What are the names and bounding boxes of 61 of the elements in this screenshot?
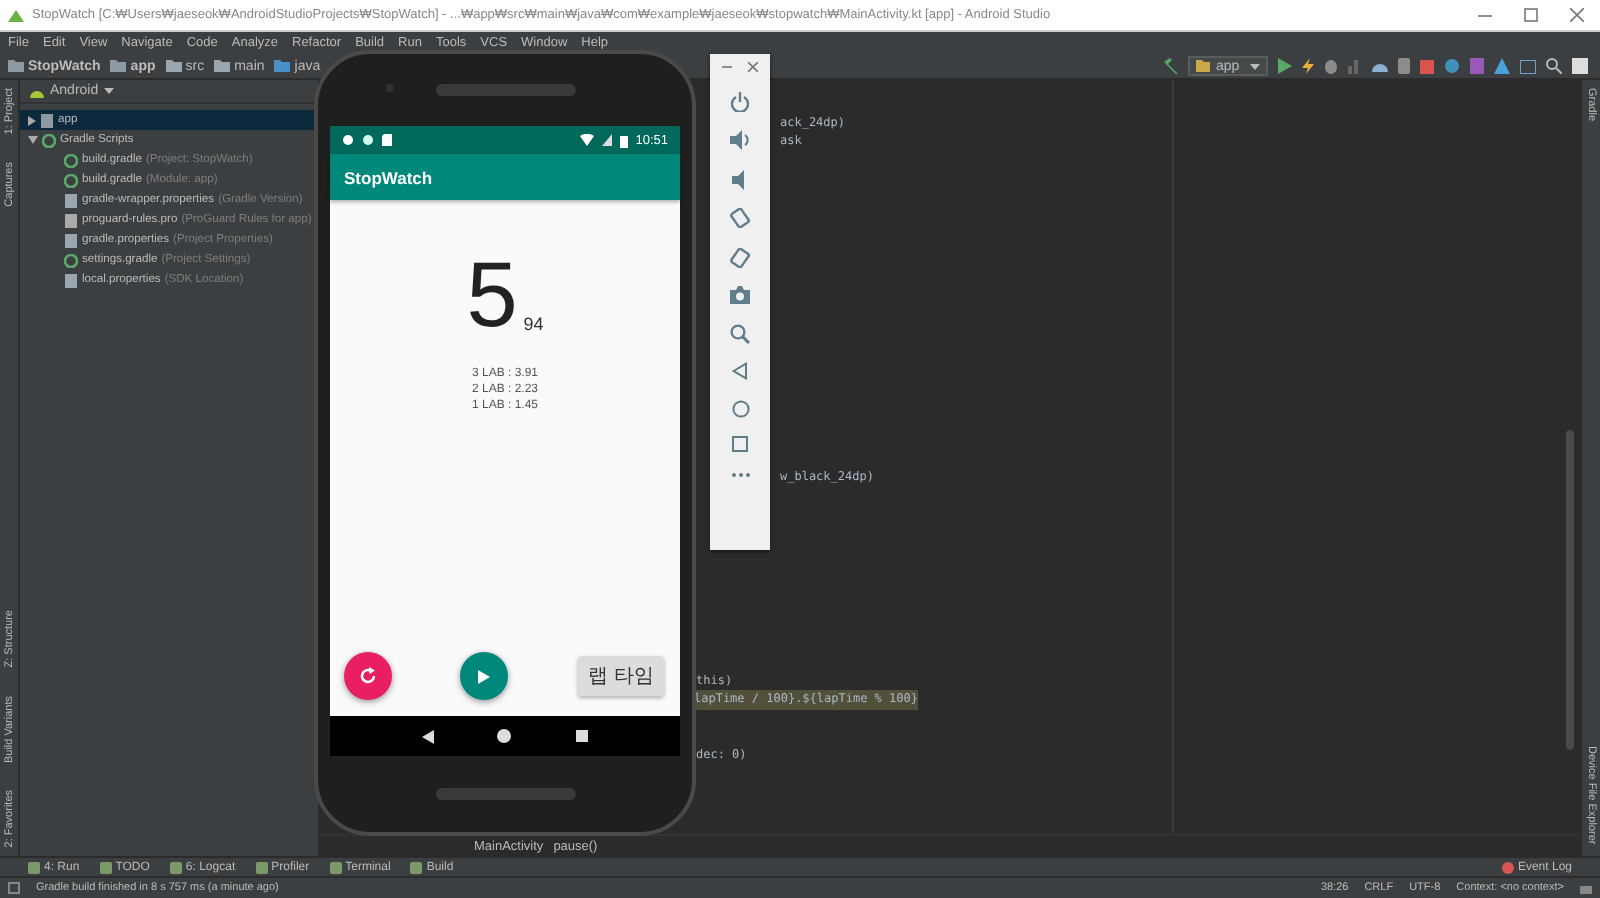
event-log-icon — [1501, 861, 1514, 873]
lightning-icon — [1302, 58, 1314, 74]
square-icon — [576, 730, 589, 742]
sd-card-icon — [382, 134, 392, 146]
rotate-right-icon — [730, 247, 750, 267]
search-icon — [1546, 58, 1562, 74]
back-icon — [421, 729, 434, 743]
folder-icon — [165, 60, 182, 72]
status-icon — [8, 882, 20, 894]
layout-icon — [1520, 59, 1536, 73]
maximize-icon — [1524, 8, 1538, 22]
phone-icon — [1398, 58, 1410, 74]
rotate-left-icon — [730, 208, 750, 228]
folder-icon — [214, 60, 231, 72]
speaker-slot — [435, 84, 575, 96]
minimize-icon — [722, 62, 732, 72]
file-icon — [64, 273, 78, 287]
play-button[interactable] — [460, 652, 509, 700]
lap-button[interactable]: 랩 타임 — [577, 656, 664, 696]
wifi-icon — [579, 134, 594, 146]
seconds-display: 5 — [466, 250, 518, 338]
close-icon — [748, 62, 758, 72]
caret-icon — [104, 88, 115, 94]
camera-icon — [730, 286, 750, 304]
circle-icon — [362, 134, 374, 146]
module-icon — [1196, 60, 1210, 72]
project-icon — [8, 60, 24, 72]
back-key[interactable] — [421, 729, 434, 743]
signal-icon — [601, 134, 612, 146]
home-key[interactable] — [496, 728, 513, 744]
more-icon — [731, 471, 749, 477]
home-icon — [496, 728, 513, 744]
refresh-icon — [358, 666, 378, 686]
volume-up-icon — [730, 130, 750, 150]
expand-arrow-icon[interactable] — [28, 115, 36, 125]
reset-button[interactable] — [344, 652, 392, 700]
volume-down-icon — [732, 169, 748, 189]
hundredths-display: 94 — [523, 314, 544, 334]
folder-icon — [274, 60, 291, 72]
caret-icon — [1250, 63, 1260, 69]
run-icon — [1278, 58, 1292, 74]
close-icon — [1570, 8, 1584, 22]
expand-arrow-icon[interactable] — [28, 136, 38, 144]
recents-key[interactable] — [576, 730, 589, 742]
back-icon — [732, 362, 748, 380]
home-icon — [731, 399, 749, 417]
arrow-icon — [28, 136, 38, 144]
app-title: StopWatch — [344, 167, 433, 187]
android-studio-icon — [8, 9, 24, 21]
folder-icon — [110, 60, 127, 72]
folder-icon — [40, 113, 54, 127]
speaker-slot — [435, 788, 575, 800]
profiler-icon — [1348, 58, 1362, 74]
play-icon — [478, 669, 491, 683]
zoom-icon — [730, 323, 750, 343]
battery-icon — [619, 133, 628, 147]
power-icon — [730, 91, 750, 111]
gradle-icon — [64, 253, 78, 267]
square-icon — [732, 436, 748, 452]
arrow-icon — [28, 115, 36, 125]
stop-icon — [1420, 59, 1434, 73]
